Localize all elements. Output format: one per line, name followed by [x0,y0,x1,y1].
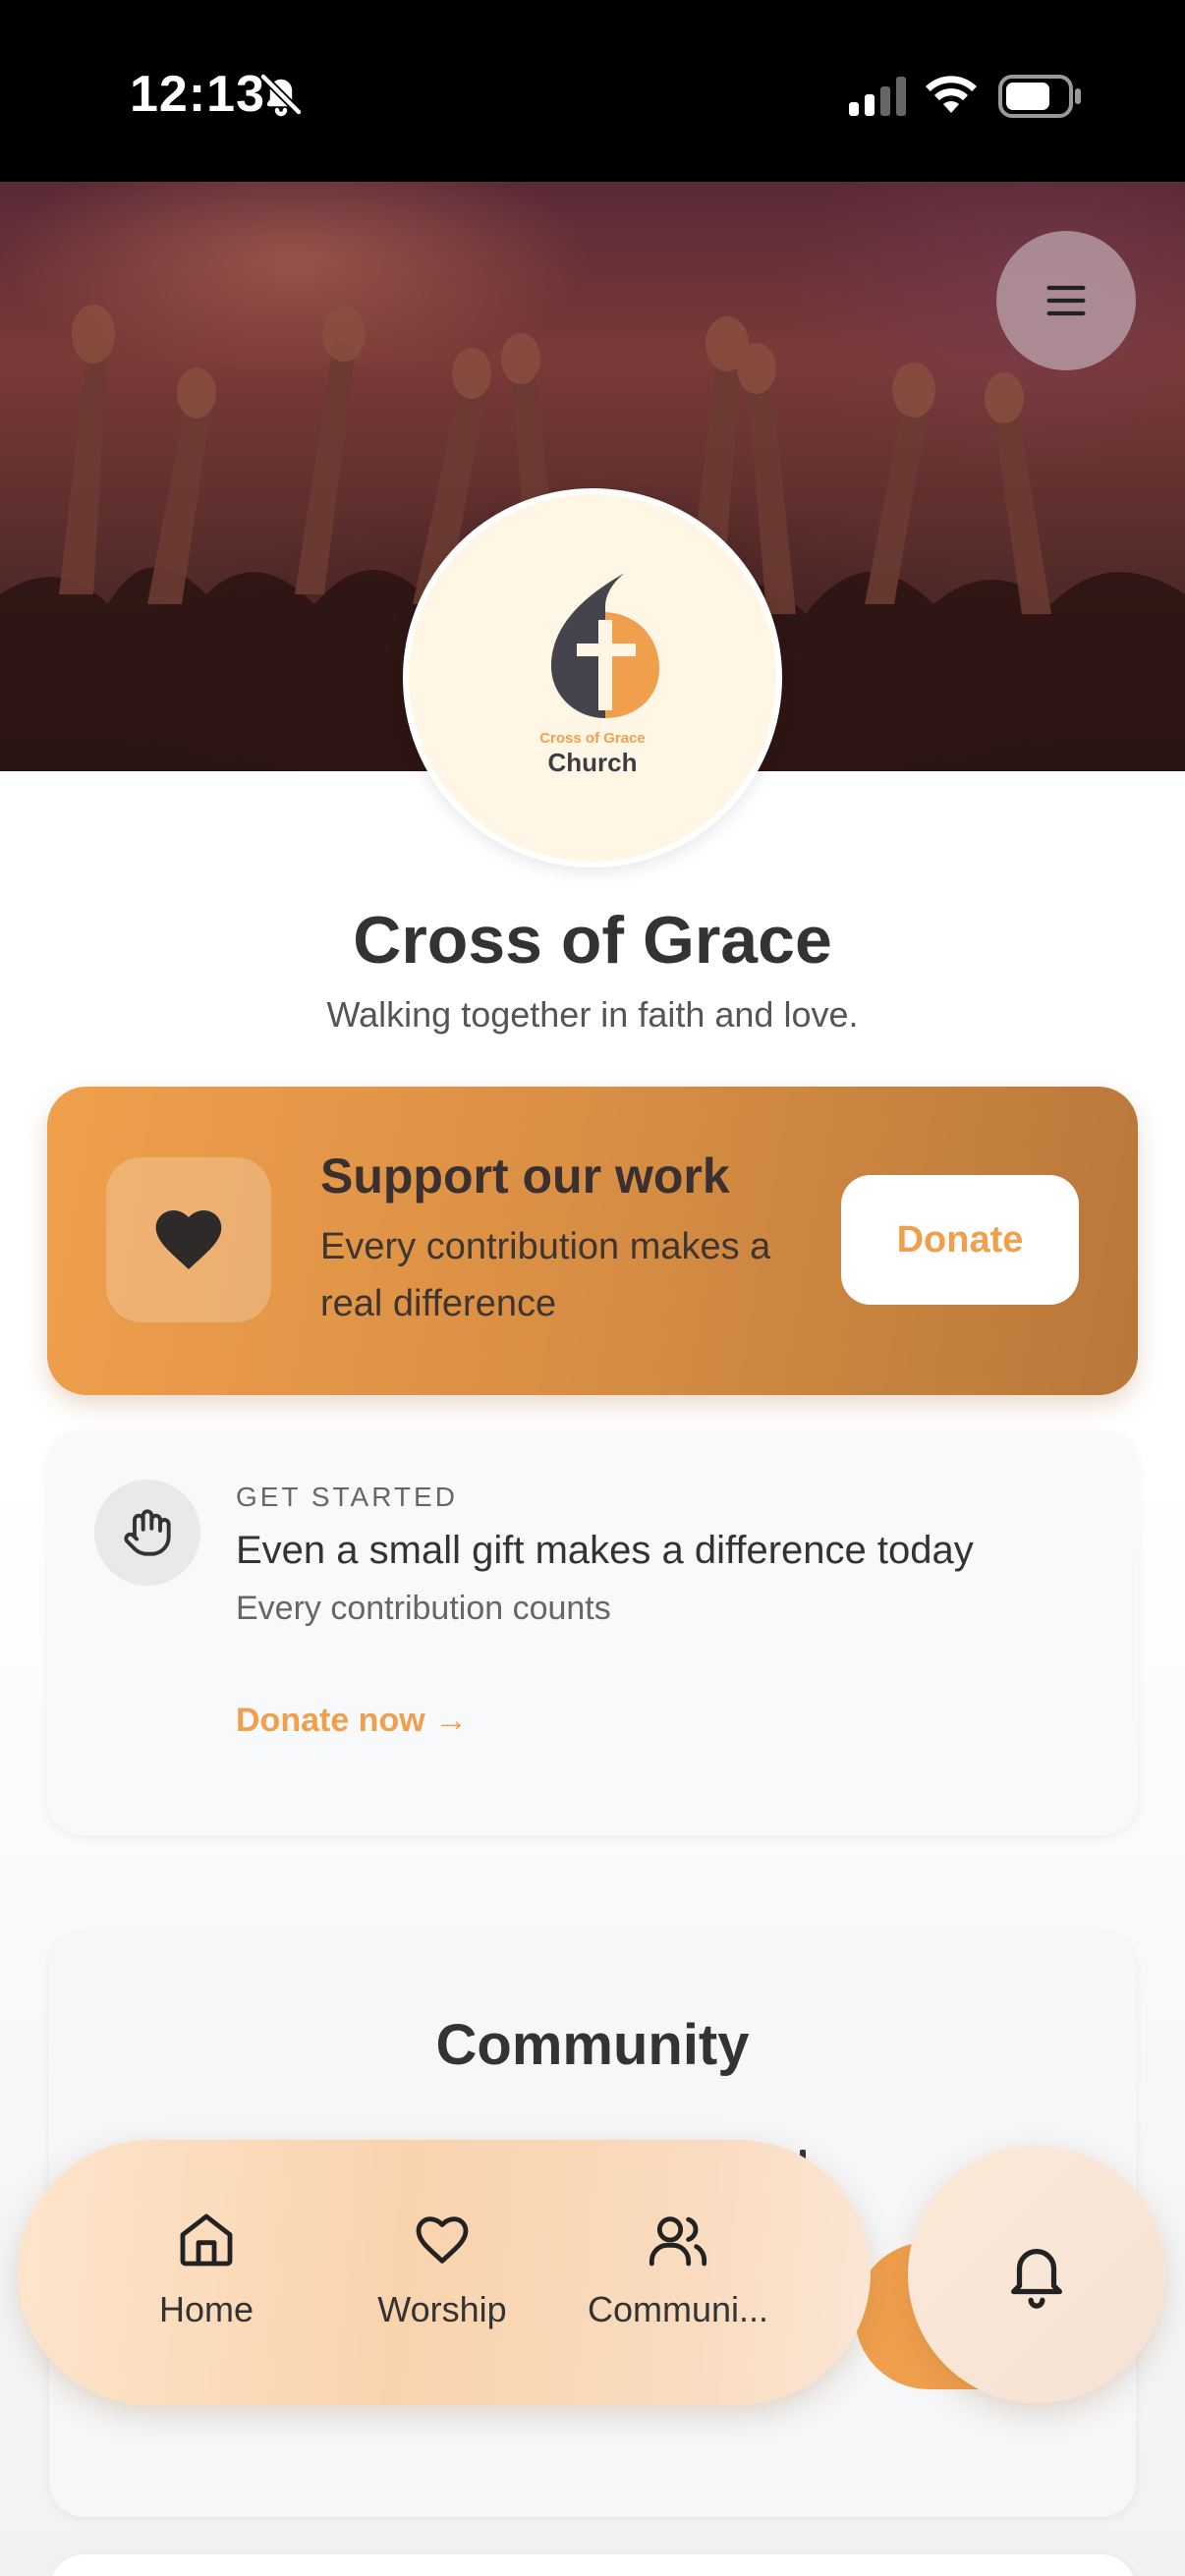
support-title: Support our work [320,1148,730,1204]
nav-item-worship[interactable]: Worship [324,2209,560,2330]
support-card: Support our work Every contribution make… [47,1087,1138,1395]
bottom-nav: Home Worship Communi... [18,2140,871,2405]
next-card [49,2554,1136,2576]
nav-label-community: Communi... [587,2289,769,2329]
notifications-button[interactable] [908,2146,1165,2403]
donate-now-link[interactable]: Donate now → [236,1702,468,1740]
logo-big-text: Church [547,748,638,777]
nav-item-community[interactable]: Communi... [560,2209,796,2330]
home-icon [180,2213,233,2267]
heart-icon [155,1210,222,1269]
nav-label-home: Home [158,2289,254,2329]
start-eyebrow: GET STARTED [236,1482,458,1512]
hamburger-icon [1046,285,1086,316]
start-subtitle: Every contribution counts [236,1590,611,1627]
community-title: Community [435,2013,750,2077]
signal-icon [849,77,906,116]
heart-outline-icon [416,2216,469,2264]
bell-icon [1011,2249,1062,2309]
logo-small-text: Cross of Grace [539,730,646,747]
flame-cross-logo-icon [551,573,659,718]
menu-button[interactable] [996,231,1136,370]
nav-item-home[interactable]: Home [88,2209,324,2330]
church-tagline: Walking together in faith and love. [326,994,859,1035]
users-icon [649,2216,707,2267]
app-screen: 12:13 Cross of Grace Church Cross of Gra… [0,0,1185,2576]
hand-icon [124,1509,171,1556]
donate-button[interactable]: Donate [841,1175,1079,1305]
support-icon-box [106,1157,271,1322]
support-text: Every contribution makes a real differen… [320,1226,771,1324]
wifi-icon [926,76,977,113]
status-time: 12:13 [130,66,265,123]
battery-icon [998,75,1081,118]
church-logo: Cross of Grace Church [403,488,782,868]
nav-label-worship: Worship [377,2289,507,2329]
start-icon-circle [94,1480,200,1586]
bell-off-icon [259,73,303,117]
page-title: Cross of Grace [353,903,832,978]
status-bar: 12:13 [0,0,1185,182]
get-started-card[interactable]: GET STARTED Even a small gift makes a di… [47,1430,1138,1835]
start-title: Even a small gift makes a difference tod… [236,1529,974,1572]
